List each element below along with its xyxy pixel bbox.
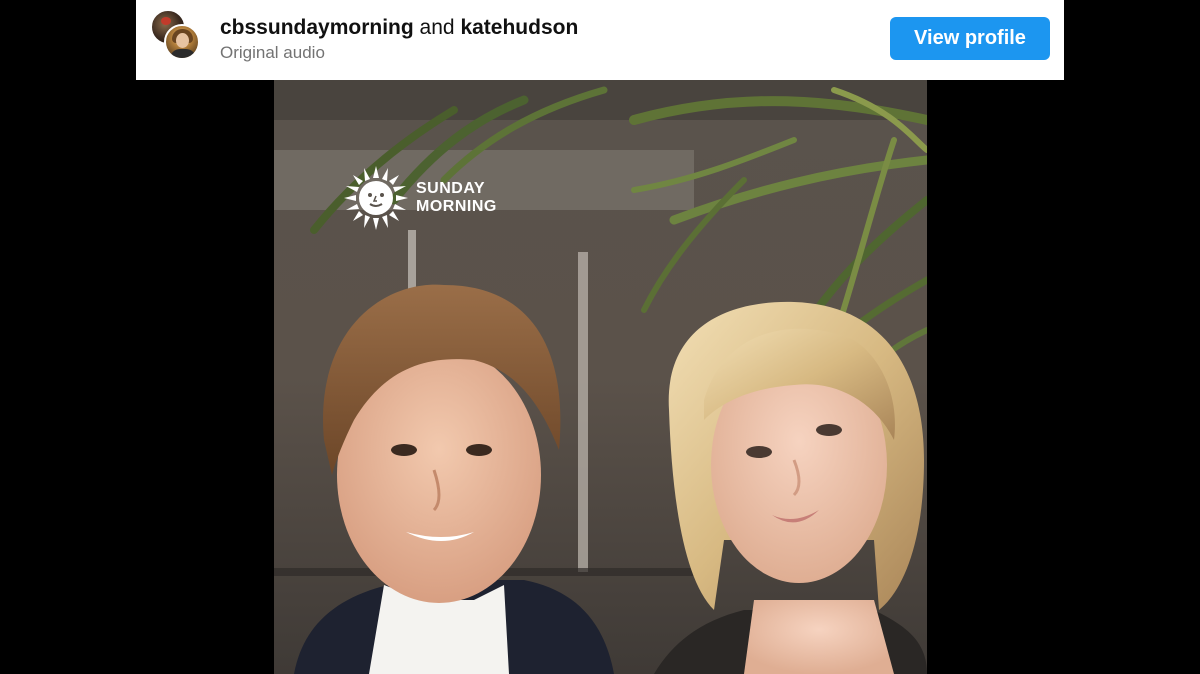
header-titles: cbssundaymorning and katehudson Original… [220, 14, 578, 64]
rod-right [578, 252, 588, 572]
logo-line-1: SUNDAY [416, 180, 486, 197]
katehudson-avatar[interactable] [164, 24, 200, 60]
video-frame[interactable]: SUNDAY MORNING [274, 80, 927, 674]
sun-logo-icon [344, 166, 408, 230]
view-profile-button[interactable]: View profile [890, 17, 1050, 60]
account-link-secondary[interactable]: katehudson [460, 16, 578, 39]
avatar-shirt [170, 49, 196, 58]
instagram-embed: cbssundaymorning and katehudson Original… [136, 0, 1064, 674]
account-conjunction: and [419, 16, 455, 39]
sunday-morning-logo: SUNDAY MORNING [344, 166, 497, 230]
logo-wordmark: SUNDAY MORNING [416, 180, 497, 216]
account-link-primary[interactable]: cbssundaymorning [220, 16, 414, 39]
audio-label[interactable]: Original audio [220, 42, 578, 64]
embed-header: cbssundaymorning and katehudson Original… [136, 0, 1064, 80]
avatar-detail [161, 17, 171, 25]
avatar-face [176, 33, 189, 48]
logo-line-2: MORNING [416, 198, 497, 215]
account-names: cbssundaymorning and katehudson [220, 14, 578, 42]
collab-avatars[interactable] [148, 8, 204, 64]
